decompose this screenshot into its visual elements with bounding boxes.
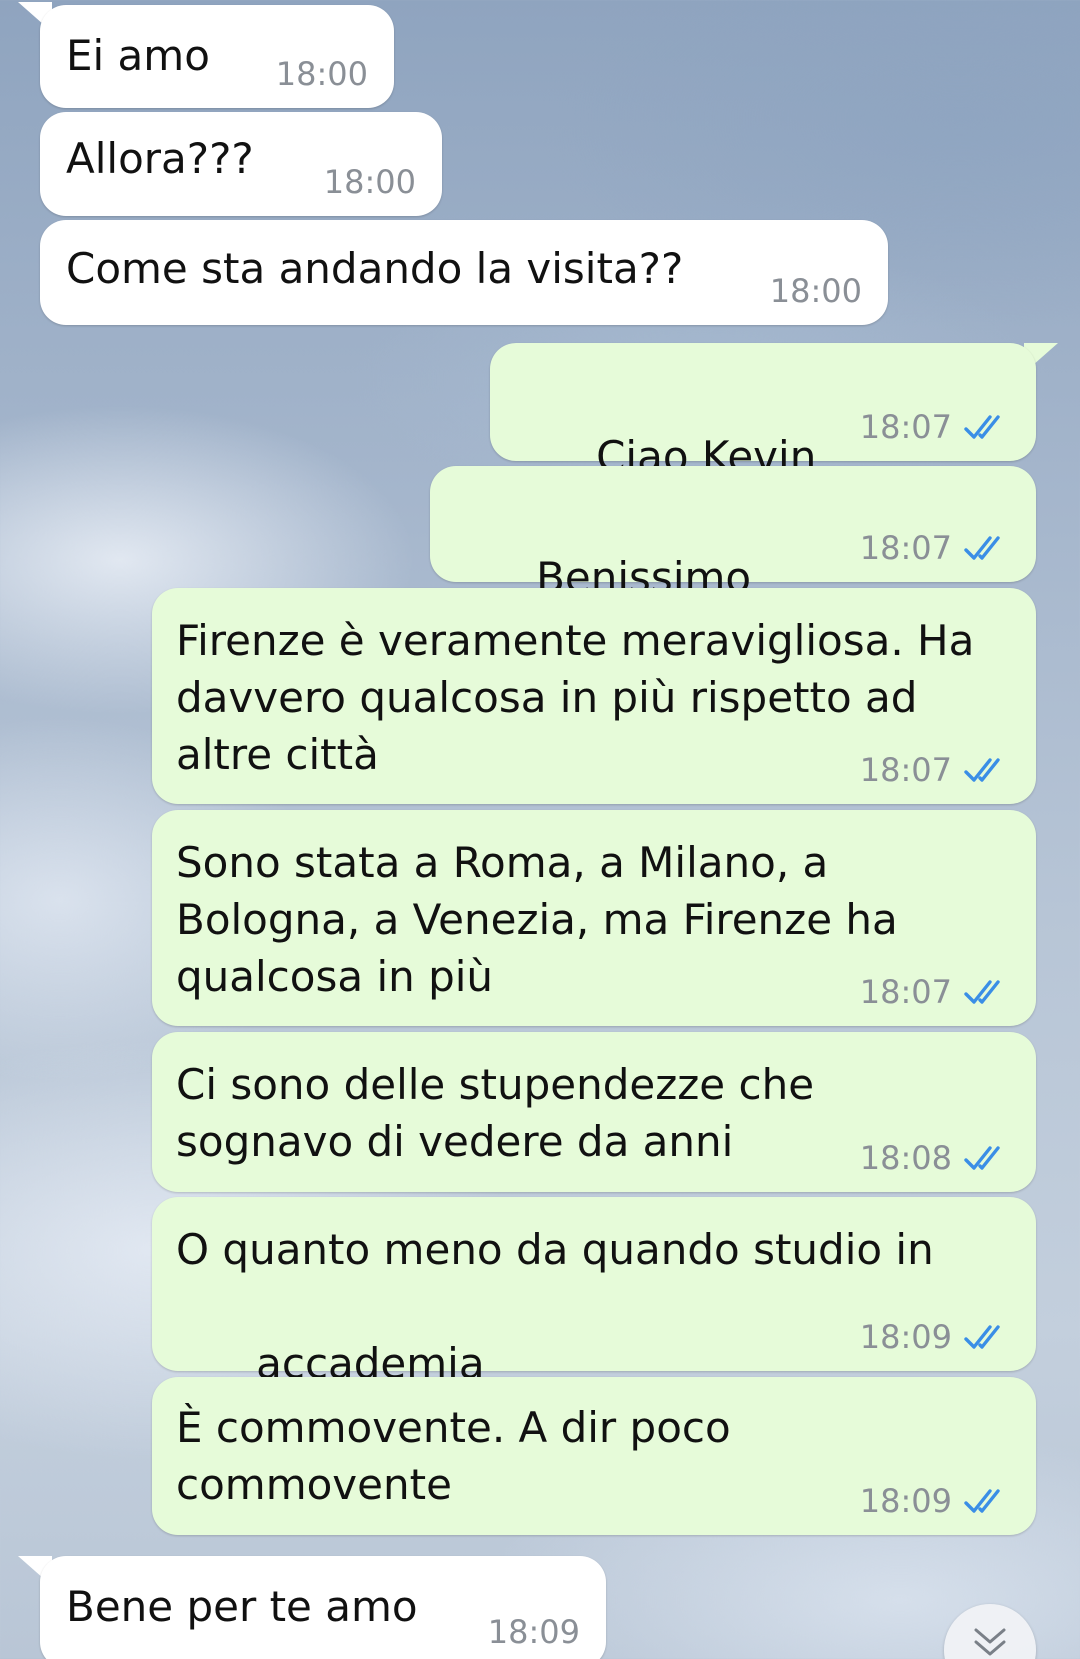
outgoing-message[interactable]: O quanto meno da quando studio in accade… bbox=[152, 1197, 1036, 1371]
message-meta: 18:07 bbox=[860, 752, 1010, 788]
incoming-message[interactable]: Come sta andando la visita?? 18:00 bbox=[40, 220, 888, 325]
message-meta: 18:00 bbox=[276, 56, 368, 92]
outgoing-message[interactable]: Firenze è veramente meravigliosa. Ha dav… bbox=[152, 588, 1036, 804]
chat-area[interactable]: Ei amo 18:00 Allora??? 18:00 Come sta an… bbox=[0, 0, 1080, 1659]
message-meta: 18:09 bbox=[860, 1319, 1010, 1355]
message-meta: 18:07 bbox=[860, 974, 1010, 1010]
message-time: 18:08 bbox=[859, 1139, 952, 1177]
incoming-message[interactable]: Allora??? 18:00 bbox=[40, 112, 442, 216]
message-meta: 18:09 bbox=[860, 1483, 1010, 1519]
message-text-line: O quanto meno da quando studio in bbox=[176, 1225, 934, 1274]
message-meta: 18:08 bbox=[860, 1140, 1010, 1176]
scroll-to-bottom-button[interactable] bbox=[944, 1604, 1036, 1659]
message-meta: 18:00 bbox=[324, 164, 416, 200]
double-check-icon bbox=[964, 1323, 1010, 1351]
outgoing-message[interactable]: Sono stata a Roma, a Milano, a Bologna, … bbox=[152, 810, 1036, 1026]
message-time: 18:07 bbox=[859, 408, 952, 446]
message-text-line: Bologna, a Venezia, ma Firenze ha bbox=[176, 895, 898, 944]
message-text-line: altre città bbox=[176, 730, 379, 779]
message-meta: 18:09 bbox=[488, 1614, 580, 1650]
message-text-line: Firenze è veramente meravigliosa. Ha bbox=[176, 616, 975, 665]
message-text-line: Sono stata a Roma, a Milano, a bbox=[176, 838, 829, 887]
message-text: Allora??? bbox=[66, 134, 254, 183]
message-text-line: sognavo di vedere da anni bbox=[176, 1117, 734, 1166]
message-time: 18:07 bbox=[859, 973, 952, 1011]
outgoing-message[interactable]: Benissimo 18:07 bbox=[430, 466, 1036, 582]
message-text-line: davvero qualcosa in più rispetto ad bbox=[176, 673, 918, 722]
message-text-line: Ci sono delle stupendezze che bbox=[176, 1060, 815, 1109]
message-text-line: commovente bbox=[176, 1460, 452, 1509]
incoming-message[interactable]: Ei amo 18:00 bbox=[40, 5, 394, 108]
double-check-icon bbox=[964, 1487, 1010, 1515]
message-text: Ei amo bbox=[66, 31, 210, 80]
message-time: 18:00 bbox=[275, 55, 368, 93]
incoming-message[interactable]: Bene per te amo 18:09 bbox=[40, 1556, 606, 1659]
message-text-line: qualcosa in più bbox=[176, 952, 494, 1001]
message-time: 18:09 bbox=[859, 1482, 952, 1520]
message-time: 18:00 bbox=[323, 163, 416, 201]
double-check-icon bbox=[964, 978, 1010, 1006]
message-time: 18:00 bbox=[769, 272, 862, 310]
message-time: 18:09 bbox=[487, 1613, 580, 1651]
message-text: Bene per te amo bbox=[66, 1582, 418, 1631]
message-text-line: È commovente. A dir poco bbox=[176, 1403, 731, 1452]
double-check-icon bbox=[964, 413, 1010, 441]
outgoing-message[interactable]: Ciao Kevin 18:07 bbox=[490, 343, 1036, 461]
message-time: 18:09 bbox=[859, 1318, 952, 1356]
double-check-icon bbox=[964, 1144, 1010, 1172]
message-meta: 18:07 bbox=[860, 409, 1010, 445]
outgoing-message[interactable]: È commovente. A dir poco commovente 18:0… bbox=[152, 1377, 1036, 1535]
message-meta: 18:00 bbox=[770, 273, 862, 309]
message-time: 18:07 bbox=[859, 529, 952, 567]
double-check-icon bbox=[964, 534, 1010, 562]
double-check-icon bbox=[964, 756, 1010, 784]
message-time: 18:07 bbox=[859, 751, 952, 789]
chevron-double-down-icon bbox=[974, 1628, 1006, 1656]
outgoing-message[interactable]: Ci sono delle stupendezze che sognavo di… bbox=[152, 1032, 1036, 1192]
message-text: Come sta andando la visita?? bbox=[66, 244, 684, 293]
message-meta: 18:07 bbox=[860, 530, 1010, 566]
